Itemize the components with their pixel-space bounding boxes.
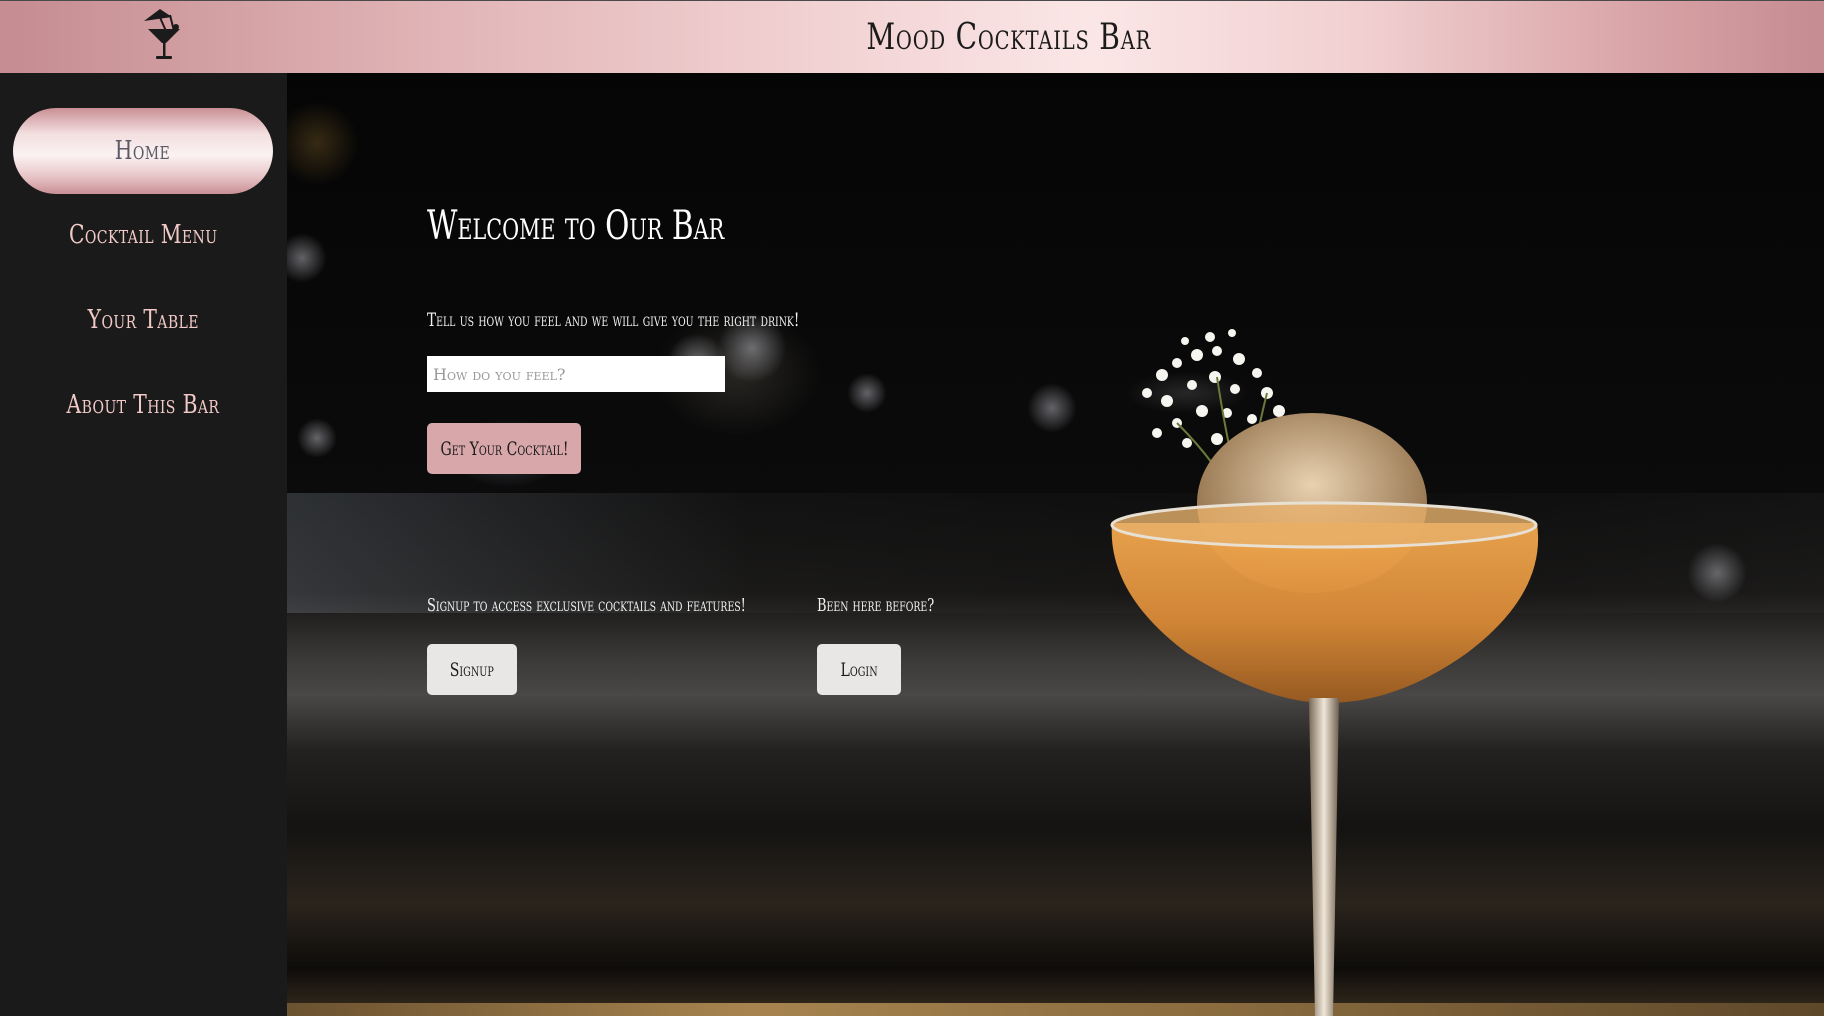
sidebar-item-label: Home [115, 136, 171, 166]
background-bokeh [287, 233, 327, 283]
sidebar-item-your-table[interactable]: Your Table [13, 277, 273, 363]
sidebar-item-label: About This Bar [66, 390, 220, 420]
site-header: Mood Cocktails Bar [0, 0, 1824, 73]
mood-input[interactable] [427, 356, 725, 392]
signup-prompt-text: Signup to access exclusive cocktails and… [427, 595, 746, 616]
sidebar-item-about[interactable]: About This Bar [13, 362, 273, 448]
get-cocktail-button[interactable]: Get Your Cocktail! [427, 423, 581, 474]
signup-button-label: Signup [449, 658, 495, 681]
cocktail-photo [1110, 329, 1539, 1016]
sidebar-item-label: Your Table [87, 305, 199, 335]
login-button[interactable]: Login [817, 644, 901, 695]
sidebar-nav: Home Cocktail Menu Your Table About This… [0, 73, 287, 1016]
mood-prompt-text: Tell us how you feel and we will give yo… [427, 309, 800, 331]
main-content: Welcome to Our Bar Tell us how you feel … [287, 73, 1824, 1016]
background-bokeh [297, 418, 337, 458]
sidebar-item-cocktail-menu[interactable]: Cocktail Menu [13, 192, 273, 278]
login-prompt-text: Been here before? [817, 595, 935, 616]
background-bar-counter [287, 1003, 1824, 1016]
cocktail-umbrella-icon[interactable] [138, 5, 190, 63]
login-button-label: Login [840, 658, 878, 681]
site-title: Mood Cocktails Bar [866, 17, 1152, 58]
get-cocktail-button-label: Get Your Cocktail! [440, 437, 568, 460]
sidebar-item-label: Cocktail Menu [68, 220, 218, 250]
background-bokeh [847, 373, 887, 413]
page-title: Welcome to Our Bar [427, 203, 725, 249]
sidebar-item-home[interactable]: Home [13, 108, 273, 194]
signup-button[interactable]: Signup [427, 644, 517, 695]
